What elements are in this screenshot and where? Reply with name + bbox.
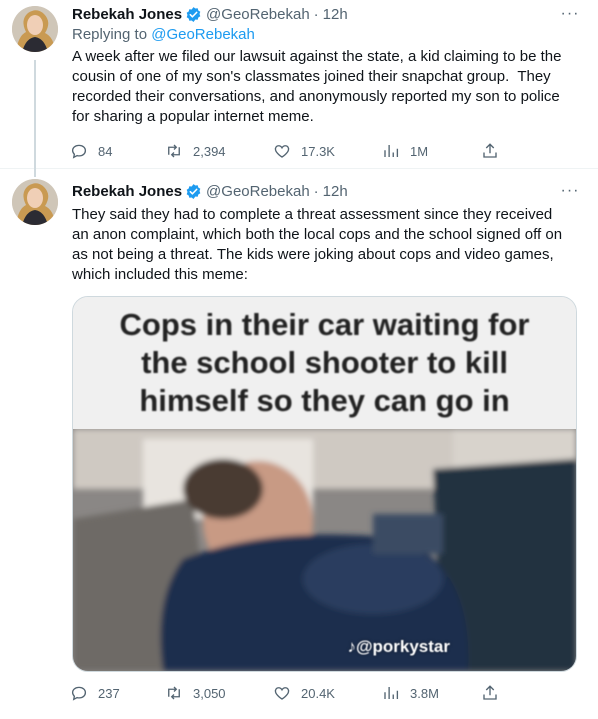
- thread-line: [34, 60, 36, 170]
- replying-to-link[interactable]: @GeoRebekah: [151, 26, 255, 43]
- more-icon[interactable]: ···: [560, 4, 580, 24]
- thread-line: [34, 169, 36, 177]
- verified-badge-icon: [186, 6, 201, 22]
- meme-caption-line: the school shooter to kill: [141, 345, 508, 380]
- reply-icon: [71, 686, 87, 701]
- views-button[interactable]: 1M: [382, 141, 428, 161]
- share-button[interactable]: [481, 683, 499, 703]
- views-button[interactable]: 3.8M: [382, 683, 439, 703]
- retweet-count: 3,050: [193, 685, 226, 701]
- meme-photo: [73, 429, 576, 671]
- media-watermark: ♪@porkystar: [347, 637, 450, 657]
- like-icon: [274, 145, 290, 158]
- reply-icon: [71, 144, 87, 159]
- tiktok-icon: ♪: [347, 637, 356, 656]
- like-count: 17.3K: [301, 143, 335, 159]
- reply-button[interactable]: 84: [70, 141, 112, 161]
- views-count: 3.8M: [410, 685, 439, 701]
- tweet-text: A week after we filed our lawsuit agains…: [72, 48, 566, 125]
- share-icon: [483, 685, 497, 700]
- share-button[interactable]: [481, 141, 499, 161]
- separator-dot: ·: [313, 182, 319, 200]
- views-icon: [384, 687, 399, 699]
- retweet-button[interactable]: 3,050: [165, 683, 226, 703]
- like-icon: [274, 687, 290, 700]
- tweet-actions: 237 3,050 20.4K 3.8M: [70, 683, 510, 703]
- avatar[interactable]: [12, 179, 58, 225]
- reply-button[interactable]: 237: [70, 683, 120, 703]
- reply-count: 237: [98, 685, 120, 701]
- tweet-actions: 84 2,394 17.3K 1M: [70, 141, 510, 161]
- avatar[interactable]: [12, 6, 58, 52]
- tweet[interactable]: Rebekah Jones @GeoRebekah · 12h ··· Repl…: [0, 0, 598, 170]
- like-button[interactable]: 20.4K: [273, 683, 335, 703]
- retweet-icon: [168, 686, 180, 700]
- timestamp[interactable]: 12h: [323, 183, 348, 200]
- meme-caption-line: Cops in their car waiting for: [119, 307, 530, 342]
- replying-prefix: Replying to: [72, 26, 148, 43]
- reply-count: 84: [98, 143, 113, 159]
- author-handle[interactable]: @GeoRebekah: [206, 6, 310, 23]
- meme-caption: Cops in their car waiting for the school…: [73, 297, 576, 429]
- like-count: 20.4K: [301, 685, 335, 701]
- author-handle[interactable]: @GeoRebekah: [206, 183, 310, 200]
- retweet-icon: [168, 144, 180, 158]
- tweet[interactable]: Rebekah Jones @GeoRebekah · 12h ··· They…: [0, 169, 598, 719]
- replying-to: Replying to @GeoRebekah: [72, 26, 255, 43]
- meme-caption-line: himself so they can go in: [139, 383, 510, 418]
- watermark-text: @porkystar: [355, 637, 450, 656]
- views-count: 1M: [410, 143, 429, 159]
- share-icon: [483, 143, 497, 158]
- timestamp[interactable]: 12h: [323, 6, 348, 23]
- meme-image[interactable]: Cops in their car waiting for the school…: [72, 296, 577, 672]
- more-icon[interactable]: ···: [560, 181, 580, 201]
- retweet-button[interactable]: 2,394: [165, 141, 226, 161]
- verified-badge-icon: [186, 183, 201, 199]
- like-button[interactable]: 17.3K: [273, 141, 335, 161]
- separator-dot: ·: [313, 5, 319, 23]
- author-name[interactable]: Rebekah Jones: [72, 183, 182, 200]
- views-icon: [384, 145, 399, 157]
- tweet-text: They said they had to complete a threat …: [72, 206, 567, 283]
- author-name[interactable]: Rebekah Jones: [72, 6, 182, 23]
- retweet-count: 2,394: [193, 143, 226, 159]
